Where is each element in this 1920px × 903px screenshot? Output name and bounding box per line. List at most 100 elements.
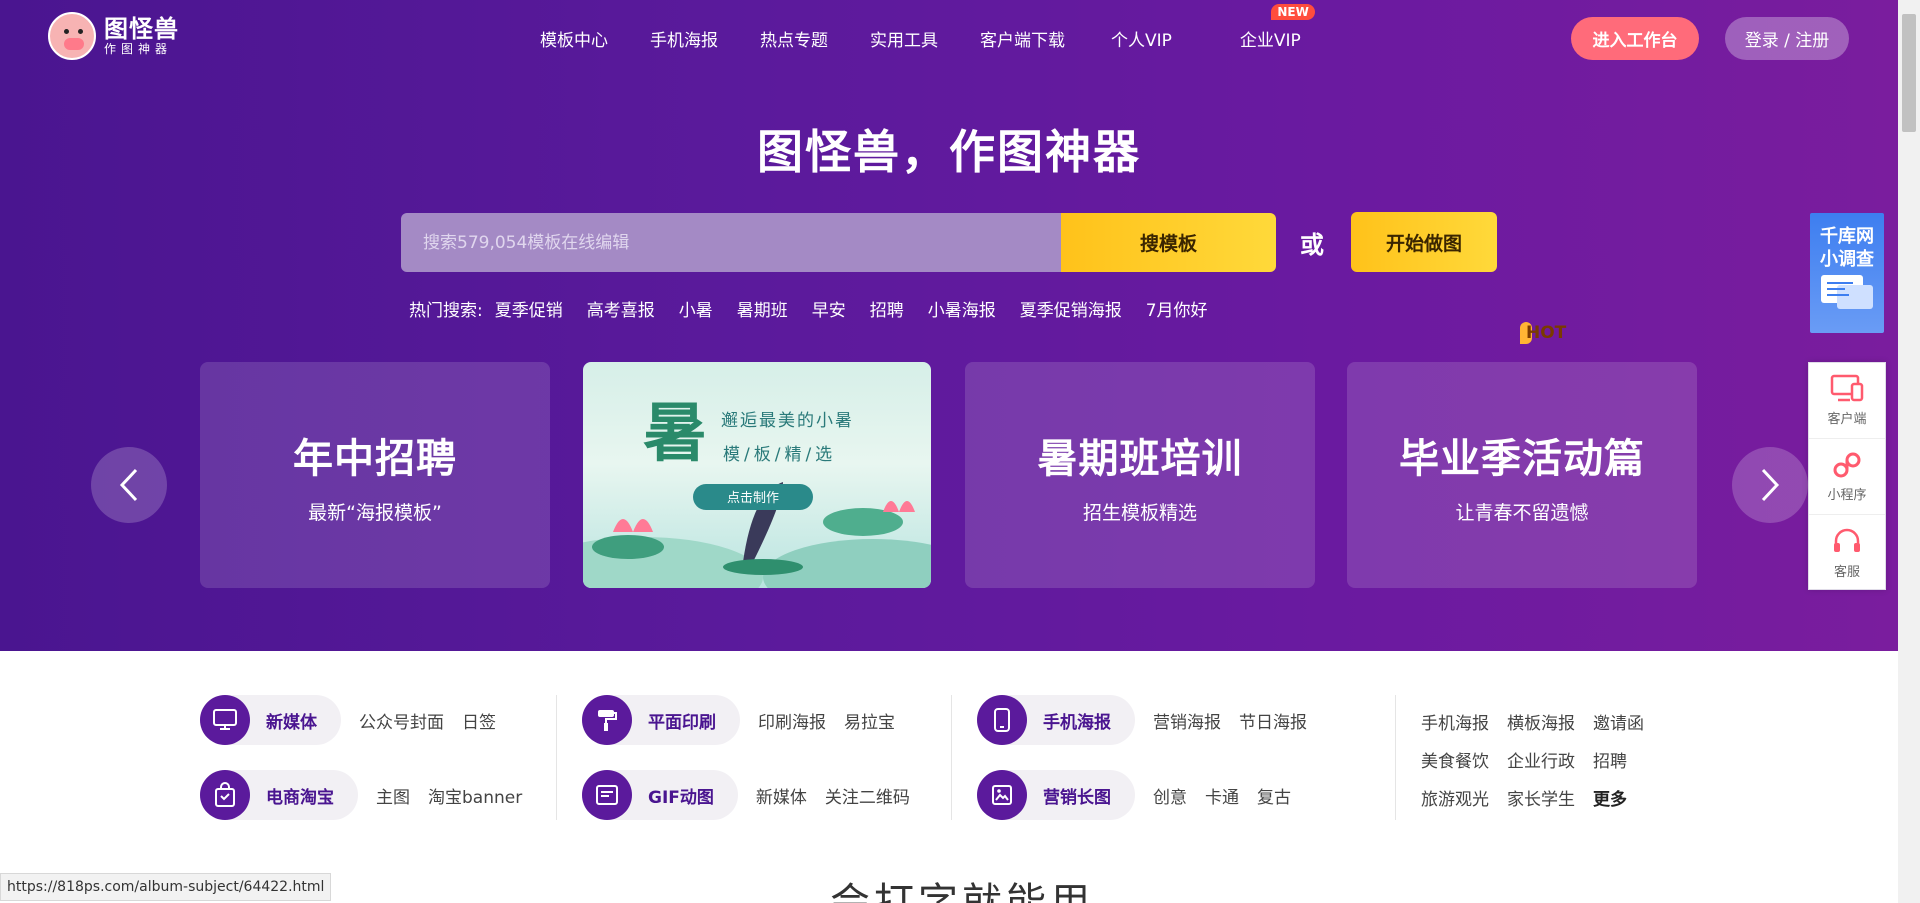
banner-card[interactable]: 年中招聘 最新“海报模板”	[200, 362, 550, 588]
nav-templates[interactable]: 模板中心	[540, 26, 608, 51]
nav-tools[interactable]: 实用工具	[870, 26, 938, 51]
hot-search-tag[interactable]: 夏季促销	[495, 296, 563, 321]
login-register-button[interactable]: 登录 / 注册	[1725, 17, 1849, 60]
category-link[interactable]: 创意	[1153, 783, 1187, 808]
phone-icon	[977, 695, 1027, 745]
category-name: GIF动图	[648, 787, 714, 808]
headset-icon	[1834, 528, 1860, 552]
start-design-button[interactable]: 开始做图	[1351, 212, 1497, 272]
logo[interactable]: 图怪兽 作图神器	[48, 12, 179, 60]
category-link[interactable]: 新媒体	[756, 783, 807, 808]
category-link[interactable]: 卡通	[1205, 783, 1239, 808]
banner-image-title: 邂逅最美的小暑	[721, 411, 854, 431]
category-name: 手机海报	[1043, 712, 1111, 733]
main-nav: 模板中心 手机海报 热点专题 实用工具 客户端下载 个人VIP HOT 企业VIP…	[540, 4, 1566, 344]
banner-make-button[interactable]: 点击制作	[693, 487, 813, 506]
banner-image-sub: 模/板/精/选	[723, 445, 837, 465]
logo-slogan: 作图神器	[104, 42, 173, 56]
category-link[interactable]: 公众号封面	[359, 708, 444, 733]
hot-search-tag[interactable]: 暑期班	[737, 296, 788, 321]
search-input[interactable]	[401, 213, 1061, 272]
category-pill[interactable]: 手机海报	[977, 695, 1135, 745]
hot-search-tag[interactable]: 小暑海报	[928, 296, 996, 321]
category-name: 平面印刷	[648, 712, 716, 733]
logo-name: 图怪兽	[104, 15, 179, 43]
category-pill[interactable]: 营销长图	[977, 770, 1135, 820]
tag-link[interactable]: 旅游观光	[1421, 785, 1489, 810]
side-client[interactable]: 客户端	[1809, 363, 1885, 439]
category-link[interactable]: 复古	[1257, 783, 1291, 808]
nav-hot-topics[interactable]: 热点专题	[760, 26, 828, 51]
status-url: https://818ps.com/album-subject/64422.ht…	[0, 873, 332, 901]
more-link[interactable]: 更多	[1593, 785, 1627, 810]
category-pill[interactable]: 电商淘宝	[200, 770, 358, 820]
tag-link[interactable]: 邀请函	[1593, 709, 1644, 734]
banner-subtitle: 招生模板精选	[1082, 501, 1197, 524]
category-pill[interactable]: 新媒体	[200, 695, 341, 745]
image-icon	[977, 770, 1027, 820]
banner-prev-button[interactable]	[91, 447, 167, 523]
tag-link[interactable]: 企业行政	[1507, 747, 1575, 772]
hot-search-tag[interactable]: 夏季促销海报	[1020, 296, 1122, 321]
monitor-icon	[200, 695, 250, 745]
category-link[interactable]: 关注二维码	[825, 783, 910, 808]
tag-link[interactable]: 横板海报	[1507, 709, 1575, 734]
banner-title: 暑期班培训	[1037, 435, 1243, 482]
category-link[interactable]: 易拉宝	[844, 708, 895, 733]
nav-mobile-poster[interactable]: 手机海报	[650, 26, 718, 51]
search-box: 搜模板	[401, 213, 1276, 272]
survey-widget[interactable]: 千库网小调查	[1810, 213, 1884, 333]
side-mini-program[interactable]: 小程序	[1809, 439, 1885, 515]
hot-search-tag[interactable]: 早安	[812, 296, 846, 321]
category-pill[interactable]: 平面印刷	[582, 695, 740, 745]
scrollbar-thumb[interactable]	[1902, 14, 1916, 132]
category-link[interactable]: 日签	[462, 708, 496, 733]
search-templates-button[interactable]: 搜模板	[1061, 213, 1276, 272]
category-pill[interactable]: GIF动图	[582, 770, 738, 820]
nav-enterprise-vip[interactable]: 企业VIP NEW	[1240, 4, 1315, 51]
scrollbar[interactable]	[1898, 0, 1920, 903]
banner-image-card[interactable]: 暑 邂逅最美的小暑 模/板/精/选 点击制作	[583, 362, 931, 588]
tag-row: 手机海报 横板海报 邀请函	[1421, 709, 1662, 734]
new-badge: NEW	[1271, 4, 1315, 20]
hot-search-tag[interactable]: 7月你好	[1146, 296, 1208, 321]
side-client-label: 客户端	[1827, 412, 1867, 427]
category-link[interactable]: 主图	[376, 783, 410, 808]
chevron-right-icon	[1761, 468, 1780, 502]
hot-search-tag[interactable]: 高考喜报	[587, 296, 655, 321]
category-gif: GIF动图 新媒体 关注二维码	[582, 770, 910, 820]
hot-searches: 热门搜索: 夏季促销 高考喜报 小暑 暑期班 早安 招聘 小暑海报 夏季促销海报…	[409, 296, 1232, 321]
tag-link[interactable]: 家长学生	[1507, 785, 1575, 810]
summer-illustration	[583, 482, 931, 588]
side-service[interactable]: 客服	[1809, 515, 1885, 591]
workbench-button[interactable]: 进入工作台	[1571, 17, 1699, 60]
hot-search-tag[interactable]: 小暑	[679, 296, 713, 321]
category-link[interactable]: 节日海报	[1239, 708, 1307, 733]
banner-subtitle: 让青春不留遗憾	[1455, 501, 1589, 524]
banner-big-char: 暑	[643, 396, 707, 471]
category-link[interactable]: 印刷海报	[758, 708, 826, 733]
category-ecommerce: 电商淘宝 主图 淘宝banner	[200, 770, 522, 820]
category-mobile-poster: 手机海报 营销海报 节日海报	[977, 695, 1307, 745]
category-new-media: 新媒体 公众号封面 日签	[200, 695, 496, 745]
tag-link[interactable]: 美食餐饮	[1421, 747, 1489, 772]
divider	[951, 695, 952, 820]
nav-personal-vip[interactable]: 个人VIP HOT	[1111, 26, 1566, 344]
side-panel: 客户端 小程序 客服	[1808, 362, 1886, 590]
category-link[interactable]: 营销海报	[1153, 708, 1221, 733]
mini-program-icon	[1833, 452, 1861, 478]
chevron-left-icon	[119, 468, 138, 502]
hero-section: 图怪兽 作图神器 模板中心 手机海报 热点专题 实用工具 客户端下载 个人VIP…	[0, 0, 1898, 651]
category-link[interactable]: 淘宝banner	[428, 783, 522, 808]
tag-row: 美食餐饮 企业行政 招聘	[1421, 747, 1645, 772]
banner-subtitle: 最新“海报模板”	[308, 501, 442, 524]
banner-next-button[interactable]	[1732, 447, 1808, 523]
pig-mascot-icon	[48, 12, 96, 60]
hot-search-tag[interactable]: 招聘	[870, 296, 904, 321]
tag-link[interactable]: 招聘	[1593, 747, 1627, 772]
banner-card[interactable]: 毕业季活动篇 让青春不留遗憾	[1347, 362, 1697, 588]
nav-client-download[interactable]: 客户端下载	[980, 26, 1065, 51]
tag-link[interactable]: 手机海报	[1421, 709, 1489, 734]
banner-card[interactable]: 暑期班培训 招生模板精选	[965, 362, 1315, 588]
survey-label: 千库网小调查	[1820, 226, 1874, 270]
